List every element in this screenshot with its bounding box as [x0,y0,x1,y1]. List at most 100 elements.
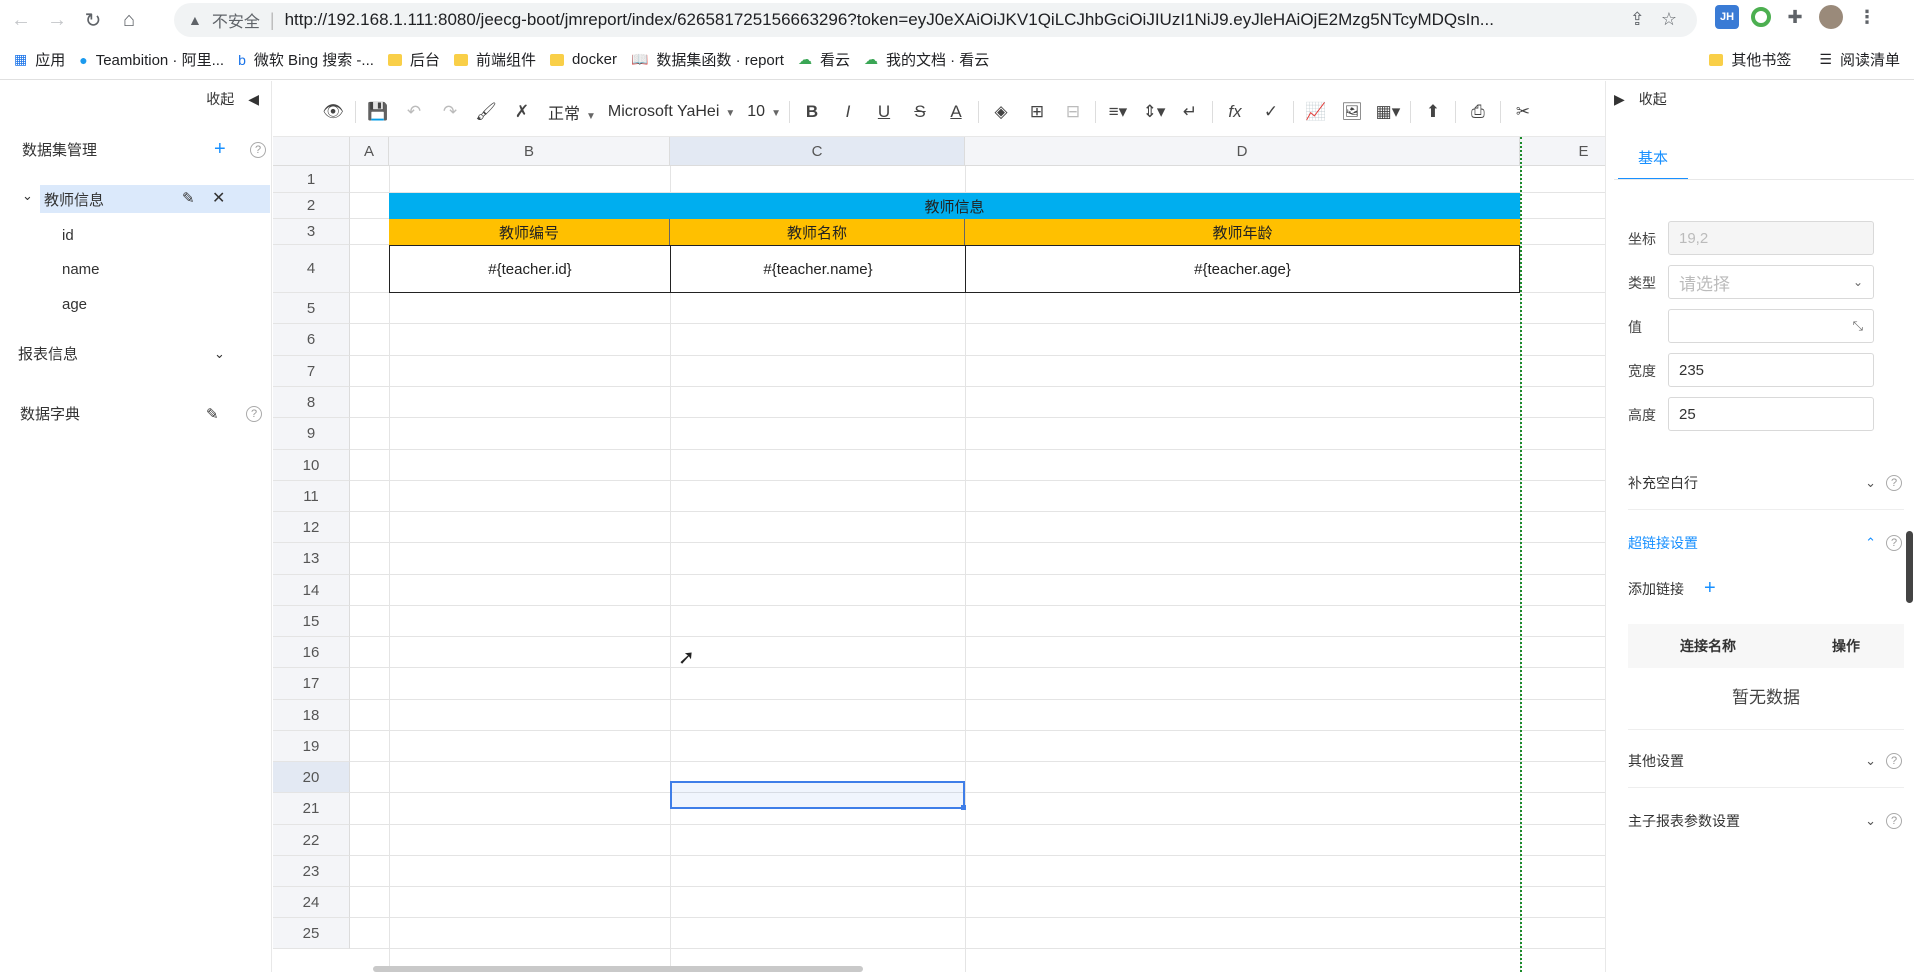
column-header[interactable]: B [389,137,670,166]
row-header[interactable]: 16 [273,637,350,668]
selected-cell[interactable] [670,781,965,809]
chevron-down-icon[interactable]: ⌄ [22,188,33,204]
bookmark-dataset-functions[interactable]: 📖 数据集函数 · report [631,49,784,70]
fill-blank-rows-section[interactable]: 补充空白行 ⌄ ? [1628,473,1904,493]
value-field[interactable]: ⤡ [1668,309,1874,343]
bookmark-my-docs[interactable]: ☁ 我的文档 · 看云 [864,49,989,70]
function-icon[interactable]: fx [1221,97,1249,127]
fill-handle[interactable] [961,805,966,810]
add-link-icon[interactable]: + [1704,577,1716,600]
redo-icon[interactable]: ↷ [436,97,464,127]
qrcode-icon[interactable]: ▦▾ [1374,97,1402,127]
image-icon[interactable]: 🖼 [1338,97,1366,127]
bookmark-kancloud[interactable]: ☁ 看云 [798,49,850,70]
merge-cells-icon[interactable]: ⊟ [1059,97,1087,127]
row-header[interactable]: 12 [273,512,350,543]
share-icon[interactable]: ⇪ [1630,9,1645,30]
data-cell-teacher-age[interactable]: #{teacher.age} [965,245,1520,293]
grid-corner[interactable] [273,137,350,166]
bookmark-frontend[interactable]: 前端组件 [453,49,536,70]
dataset-item[interactable]: ⌄ 教师信息 ✎ ✕ [22,185,272,213]
text-wrap-icon[interactable]: ↵ [1176,97,1204,127]
horizontal-scrollbar[interactable] [373,966,863,972]
row-header[interactable]: 20 [273,762,350,793]
home-icon[interactable]: ⌂ [114,5,144,35]
column-header[interactable]: D [965,137,1520,166]
back-icon[interactable]: ← [6,5,36,35]
underline-icon[interactable]: U [870,97,898,127]
url-text[interactable]: http://192.168.1.111:8080/jeecg-boot/jmr… [285,10,1615,30]
chart-icon[interactable]: 📈 [1302,97,1330,127]
clear-format-icon[interactable]: ✗ [508,97,536,127]
help-icon[interactable]: ? [1886,475,1902,491]
dataset-field[interactable]: name [62,261,100,278]
row-header[interactable]: 15 [273,606,350,637]
dataset-field[interactable]: age [62,296,87,313]
bold-icon[interactable]: B [798,97,826,127]
header-cell-teacher-id[interactable]: 教师编号 [389,219,670,245]
dataset-item-label[interactable]: 教师信息 [44,189,104,210]
help-icon[interactable]: ? [1886,813,1902,829]
row-header[interactable]: 2 [273,193,350,219]
bookmark-backend[interactable]: 后台 [387,49,440,70]
type-select[interactable]: 请选择 ⌄ [1668,265,1874,299]
height-field[interactable]: 25 [1668,397,1874,431]
undo-icon[interactable]: ↶ [400,97,428,127]
italic-icon[interactable]: I [834,97,862,127]
edit-icon[interactable]: ✎ [182,189,195,207]
print-icon[interactable]: ⎙ [1464,97,1492,127]
bookmark-other[interactable]: 其他书签 [1709,49,1791,70]
row-header[interactable]: 11 [273,481,350,512]
help-icon[interactable]: ? [1886,535,1902,551]
help-icon[interactable]: ? [250,141,266,158]
row-header[interactable]: 14 [273,575,350,606]
dataset-field[interactable]: id [62,227,74,244]
row-header[interactable]: 10 [273,450,350,481]
reload-icon[interactable]: ↻ [78,5,108,35]
header-cell-teacher-name[interactable]: 教师名称 [670,219,965,245]
bookmark-reading-list[interactable]: ☰ 阅读清单 [1819,49,1900,70]
format-painter-icon[interactable]: 🖌 [472,97,500,127]
expand-icon[interactable]: ⤡ [1853,318,1863,334]
settings-tools-icon[interactable]: ✂ [1509,97,1537,127]
extensions-puzzle-icon[interactable]: ✚ [1783,5,1807,29]
row-header[interactable]: 25 [273,918,350,949]
row-header[interactable]: 22 [273,825,350,856]
menu-kebab-icon[interactable]: ⋮ [1855,5,1879,29]
row-header[interactable]: 5 [273,293,350,324]
row-header[interactable]: 21 [273,793,350,825]
data-dictionary-section[interactable]: 数据字典 ✎ ? [20,403,262,424]
address-bar[interactable]: ▲ 不安全 | http://192.168.1.111:8080/jeecg-… [174,3,1697,37]
data-cell-teacher-name[interactable]: #{teacher.name} [670,245,966,293]
row-header[interactable]: 8 [273,387,350,418]
help-icon[interactable]: ? [1886,753,1902,769]
conditional-format-icon[interactable]: ✓ [1257,97,1285,127]
number-format-select[interactable]: 正常 ▼ [548,100,596,124]
spreadsheet-grid[interactable]: ABCDEFG123456789101112131415161718192021… [273,137,1605,972]
row-header[interactable]: 17 [273,668,350,700]
row-header[interactable]: 4 [273,245,350,293]
edit-icon[interactable]: ✎ [206,405,219,423]
bookmark-star-icon[interactable]: ☆ [1661,9,1677,30]
add-dataset-icon[interactable]: + [214,138,226,161]
font-size-select[interactable]: 10 ▼ [747,103,781,121]
row-header[interactable]: 1 [273,166,350,193]
preview-eye-icon[interactable]: 👁 [319,97,347,127]
header-cell-teacher-age[interactable]: 教师年龄 [965,219,1520,245]
other-settings-section[interactable]: 其他设置 ⌄ ? [1628,751,1904,771]
border-icon[interactable]: ⊞ [1023,97,1051,127]
report-info-section[interactable]: 报表信息 ⌄ [18,343,258,364]
data-cell-teacher-id[interactable]: #{teacher.id} [389,245,671,293]
strikethrough-icon[interactable]: S [906,97,934,127]
row-header[interactable]: 19 [273,731,350,762]
extension-circle-icon[interactable] [1751,7,1771,27]
column-header[interactable]: A [350,137,389,166]
help-icon[interactable]: ? [246,405,262,422]
align-horizontal-icon[interactable]: ≡▾ [1104,97,1132,127]
text-color-icon[interactable]: A [942,97,970,127]
fill-color-icon[interactable]: ◈ [987,97,1015,127]
bookmark-docker[interactable]: docker [549,51,617,68]
row-header[interactable]: 23 [273,856,350,887]
column-header[interactable]: E [1520,137,1605,166]
sub-report-params-section[interactable]: 主子报表参数设置 ⌄ ? [1628,811,1904,831]
